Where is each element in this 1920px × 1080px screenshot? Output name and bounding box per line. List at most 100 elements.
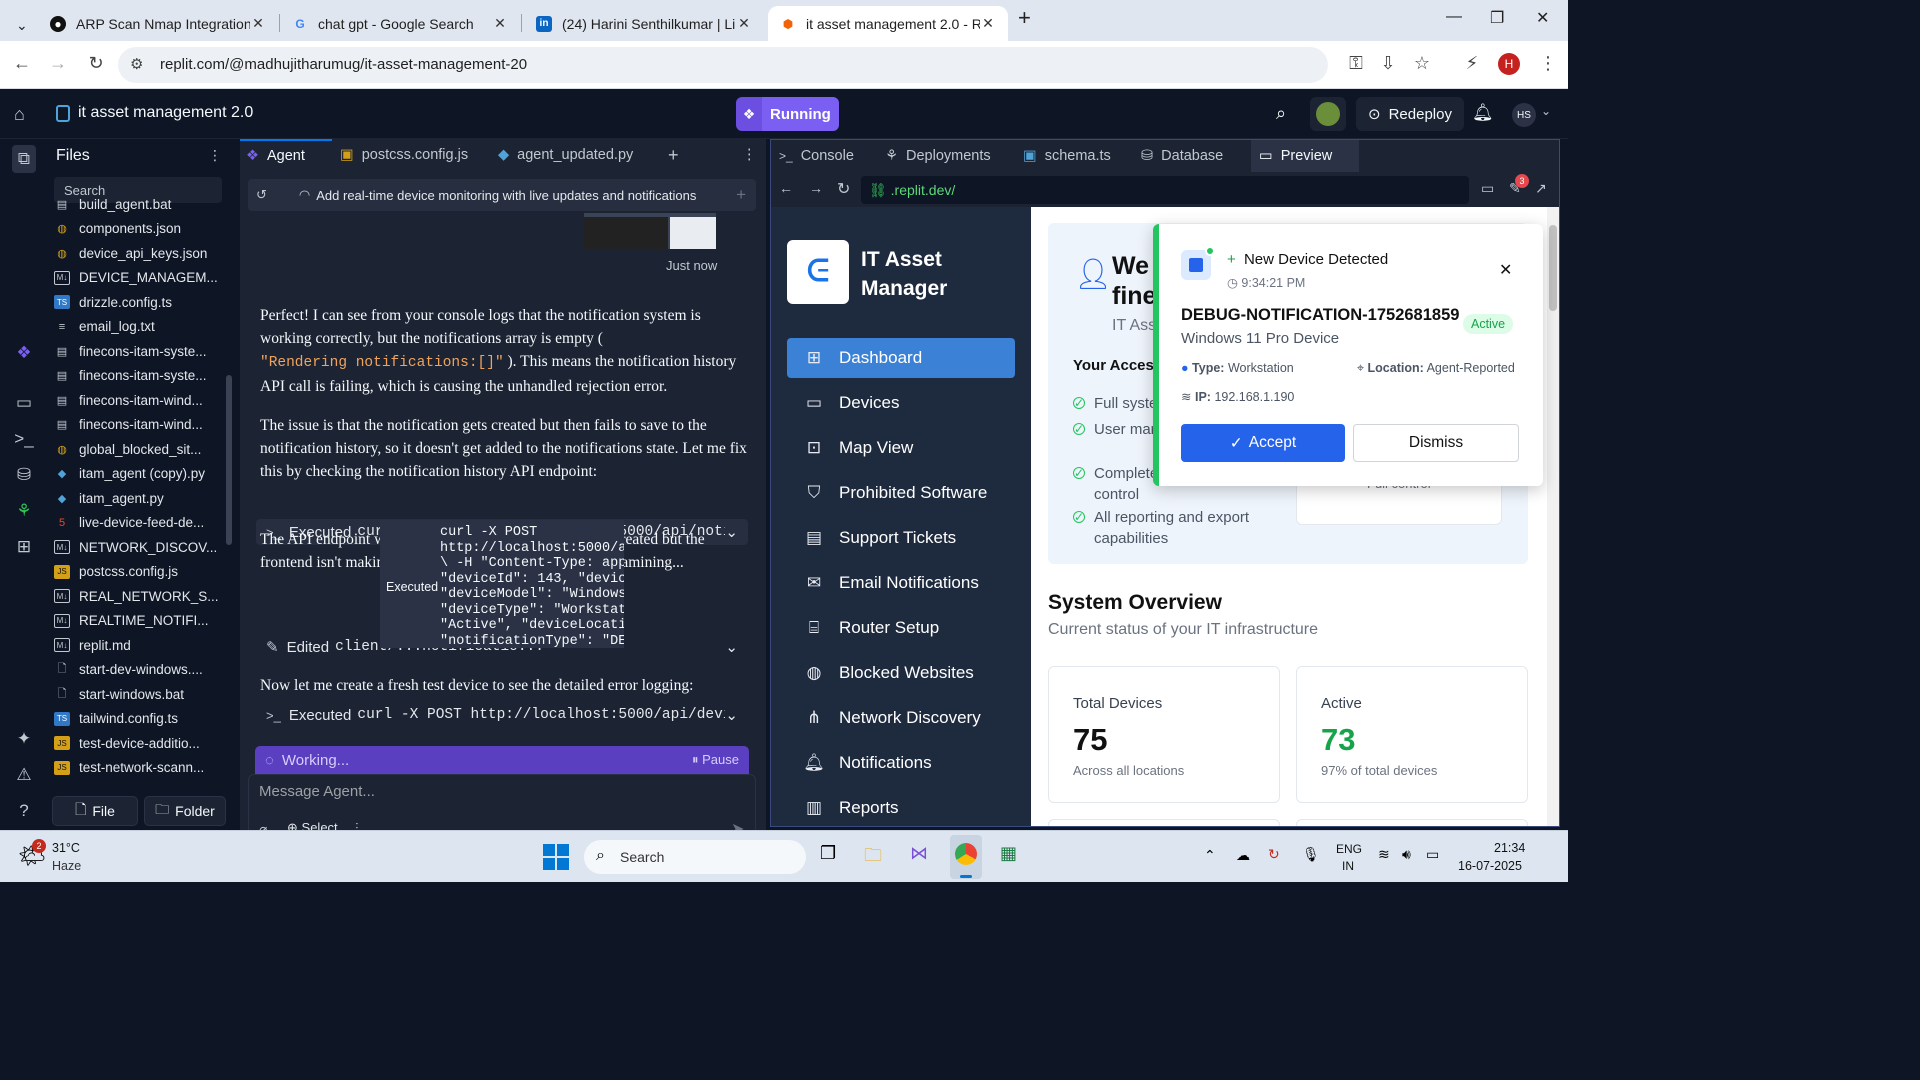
file-tree-item[interactable]: ◆ itam_agent.py xyxy=(54,487,224,509)
apps-grid-icon[interactable]: ⊞ xyxy=(12,537,36,557)
profile-avatar[interactable]: H xyxy=(1498,53,1520,75)
project-name[interactable]: it asset management 2.0 xyxy=(78,104,253,122)
file-tree-item[interactable]: JS test-network-scann... xyxy=(54,757,224,779)
add-tab-button[interactable]: + xyxy=(668,139,679,171)
database-icon[interactable]: ⛁ xyxy=(12,465,36,485)
nav-item-prohibited-software[interactable]: ⛉ Prohibited Software xyxy=(787,473,1015,513)
file-tree-item[interactable]: 5 live-device-feed-de... xyxy=(54,512,224,534)
nav-item-devices[interactable]: ▭ Devices xyxy=(787,383,1015,423)
tab-preview[interactable]: ▭ Preview xyxy=(1251,140,1359,172)
file-tree-item[interactable]: M↓ DEVICE_MANAGEM... xyxy=(54,267,224,289)
file-tree-item[interactable]: M↓ REAL_NETWORK_S... xyxy=(54,585,224,607)
preview-scrollbar[interactable] xyxy=(1547,207,1559,826)
shell-icon[interactable]: >_ xyxy=(12,429,36,449)
deploy-icon[interactable]: ⚘ xyxy=(12,501,36,521)
nav-item-notifications[interactable]: 🔔︎ Notifications xyxy=(787,743,1015,783)
tray-app-icon[interactable]: ☁ xyxy=(1236,847,1250,864)
nav-item-router-setup[interactable]: ⌸ Router Setup xyxy=(787,608,1015,648)
file-tree-item[interactable]: ▤ finecons-itam-wind... xyxy=(54,389,224,411)
dismiss-button[interactable]: Dismiss xyxy=(1353,424,1519,462)
excel-icon[interactable]: ▦ xyxy=(1000,843,1017,864)
taskbar-search[interactable]: ⌕ Search xyxy=(584,840,806,874)
screenshot-thumbnail[interactable] xyxy=(584,213,716,249)
home-icon[interactable]: ⌂ xyxy=(14,104,25,125)
back-arrow-icon[interactable]: ← xyxy=(779,180,793,196)
file-tree-item[interactable]: ▤ finecons-itam-syste... xyxy=(54,340,224,362)
files-icon[interactable]: ⧉ xyxy=(12,145,36,173)
history-icon[interactable]: ↺ xyxy=(256,187,267,203)
new-chat-icon[interactable]: + xyxy=(736,185,746,205)
file-tree-item[interactable]: ▤ finecons-itam-syste... xyxy=(54,365,224,387)
accept-button[interactable]: ✓ Accept xyxy=(1181,424,1345,462)
new-tab-button[interactable]: + xyxy=(1018,5,1031,31)
files-scrollbar-thumb[interactable] xyxy=(226,375,232,545)
browser-tab-3[interactable]: in (24) Harini Senthilkumar | LinkedIn ✕ xyxy=(524,6,764,41)
install-app-icon[interactable]: ⇩ xyxy=(1376,53,1400,74)
sync-icon[interactable]: ↻ xyxy=(1268,846,1280,863)
address-bar[interactable]: ⚙ replit.com/@madhujitharumug/it-asset-m… xyxy=(118,47,1328,83)
browser-tab-1[interactable]: ● ARP Scan Nmap Integration ✕ xyxy=(38,6,278,41)
file-explorer-icon[interactable]: 🗀 xyxy=(864,843,882,873)
chevron-up-icon[interactable]: ⌃ xyxy=(1204,847,1216,864)
file-tree-item[interactable]: 🗋 start-windows.bat xyxy=(54,683,224,705)
close-icon[interactable]: ✕ xyxy=(492,15,508,32)
multiplayer-avatar[interactable] xyxy=(1310,97,1346,131)
close-icon[interactable]: ✕ xyxy=(980,15,996,32)
file-tree-item[interactable]: M↓ NETWORK_DISCOV... xyxy=(54,536,224,558)
message-input[interactable]: Message Agent... xyxy=(259,783,375,800)
user-avatar[interactable]: HS xyxy=(1512,103,1536,127)
file-tree-item[interactable]: ◍ device_api_keys.json xyxy=(54,242,224,264)
nav-item-support-tickets[interactable]: ▤ Support Tickets xyxy=(787,518,1015,558)
search-icon[interactable]: ⌕ xyxy=(1276,103,1286,124)
browser-tab-2[interactable]: G chat gpt - Google Search ✕ xyxy=(280,6,520,41)
file-tree-item[interactable]: ◆ itam_agent (copy).py xyxy=(54,463,224,485)
tab-console[interactable]: >_ Console xyxy=(777,140,877,172)
file-tree-item[interactable]: ◍ global_blocked_sit... xyxy=(54,438,224,460)
chevron-down-icon[interactable]: ⌄ xyxy=(1541,104,1551,118)
menu-kebab-icon[interactable]: ⋮ xyxy=(1536,53,1560,74)
help-icon[interactable]: ? xyxy=(12,801,36,821)
close-icon[interactable]: ✕ xyxy=(250,15,266,32)
site-info-icon[interactable]: ⚙ xyxy=(130,55,143,73)
microphone-icon[interactable]: 🎙︎ xyxy=(1302,846,1320,863)
bookmark-star-icon[interactable]: ☆ xyxy=(1410,53,1434,74)
tab-postcss[interactable]: ▣ postcss.config.js xyxy=(340,139,490,171)
chrome-taskbar-button[interactable] xyxy=(950,835,982,879)
file-tree-item[interactable]: 🗋 start-dev-windows.... xyxy=(54,659,224,681)
close-icon[interactable]: ✕ xyxy=(1499,260,1512,280)
devices-icon[interactable]: ▭ xyxy=(1481,180,1494,197)
total-devices-card[interactable]: Total Devices 75 Across all locations xyxy=(1048,666,1280,803)
nav-item-blocked-websites[interactable]: ◍ Blocked Websites xyxy=(787,653,1015,693)
file-tree-item[interactable]: TS drizzle.config.ts xyxy=(54,291,224,313)
volume-icon[interactable]: 🔊︎ xyxy=(1402,846,1411,863)
close-icon[interactable]: ✕ xyxy=(736,15,752,32)
tab-deployments[interactable]: ⚘ Deployments xyxy=(885,140,1015,172)
preview-url-input[interactable]: ⛓ .replit.dev/ xyxy=(861,176,1469,204)
sparkle-icon[interactable]: ✦ xyxy=(12,729,36,749)
scrollbar-thumb[interactable] xyxy=(1549,225,1557,311)
nav-item-network-discovery[interactable]: ⋔ Network Discovery xyxy=(787,698,1015,738)
nav-item-reports[interactable]: ▥ Reports xyxy=(787,788,1015,826)
forward-arrow-icon[interactable]: → xyxy=(46,53,70,74)
tab-agent-updated[interactable]: ◆ agent_updated.py xyxy=(498,139,658,171)
nav-item-dashboard[interactable]: ⊞ Dashboard xyxy=(787,338,1015,378)
pause-button[interactable]: ⏸ Pause xyxy=(692,752,739,768)
minimize-button[interactable]: — xyxy=(1446,8,1462,26)
wifi-icon[interactable]: ≋ xyxy=(1378,846,1390,863)
maximize-button[interactable]: ❐ xyxy=(1490,8,1504,28)
extensions-icon[interactable]: ⚡ xyxy=(1460,53,1484,74)
bell-icon[interactable]: 🔔︎ xyxy=(1472,103,1494,123)
file-tree-item[interactable]: JS test-device-additio... xyxy=(54,732,224,754)
reload-icon[interactable]: ↻ xyxy=(837,179,850,199)
file-tree-item[interactable]: ≡ email_log.txt xyxy=(54,316,224,338)
reload-icon[interactable]: ↻ xyxy=(84,53,108,74)
tab-schema[interactable]: ▣ schema.ts xyxy=(1023,140,1133,172)
clock-time[interactable]: 21:34 xyxy=(1494,841,1525,855)
monitor-icon[interactable]: ▭ xyxy=(12,393,36,413)
password-key-icon[interactable]: ⚿ xyxy=(1344,53,1368,74)
executed-command-row[interactable]: >_ Executed curl -X POST http://localhos… xyxy=(256,702,748,728)
nav-item-email-notifications[interactable]: ✉ Email Notifications xyxy=(787,563,1015,603)
visual-studio-icon[interactable]: ⋈ xyxy=(910,843,928,864)
back-arrow-icon[interactable]: ← xyxy=(10,53,34,74)
bug-icon[interactable]: ⚠ xyxy=(12,765,36,785)
